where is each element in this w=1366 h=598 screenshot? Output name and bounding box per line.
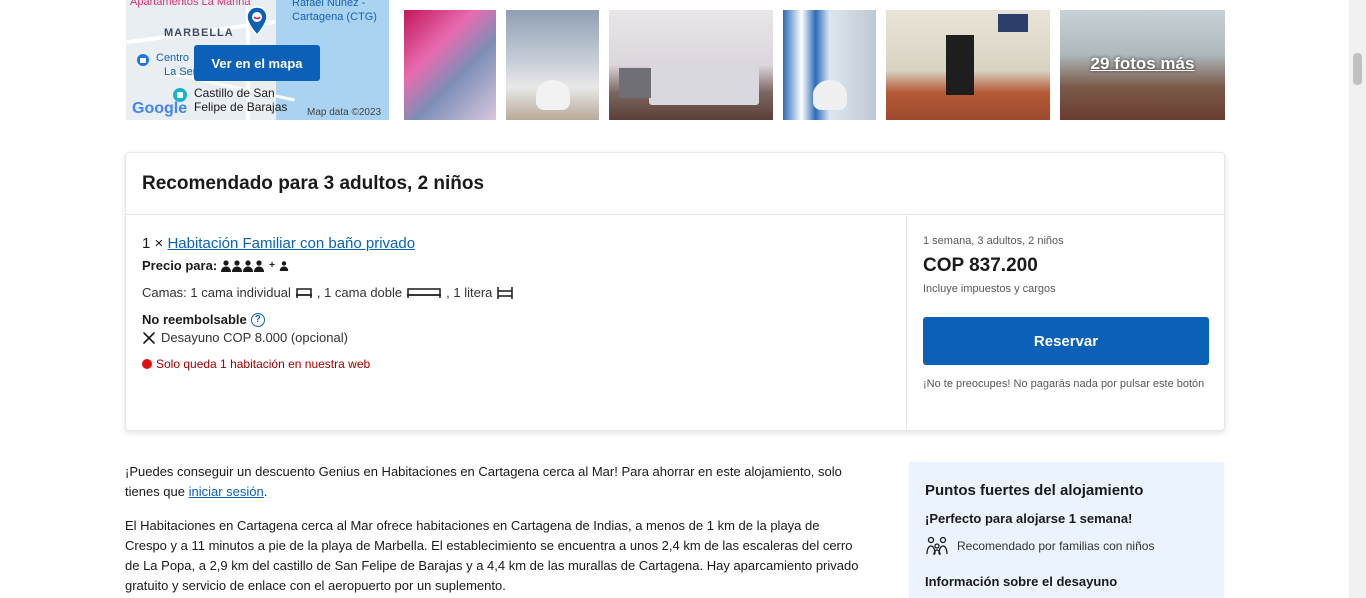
- recommended-card: Recomendado para 3 adultos, 2 niños 1 × …: [125, 152, 1225, 431]
- gallery-photo[interactable]: 29 fotos más: [1060, 10, 1225, 120]
- google-logo: Google: [132, 100, 188, 117]
- photo-detail: [536, 80, 570, 110]
- scarcity-message: Solo queda 1 habitación en nuestra web: [142, 357, 890, 371]
- beds-double: , 1 cama doble: [316, 285, 403, 300]
- map-label: La Ser: [164, 66, 197, 78]
- more-photos-link[interactable]: 29 fotos más: [1060, 54, 1225, 74]
- photo-detail: [649, 65, 759, 105]
- plus-sign: +: [269, 260, 275, 271]
- genius-paragraph: ¡Puedes conseguir un descuento Genius en…: [125, 462, 860, 502]
- highlights-title: Puntos fuertes del alojamiento: [925, 482, 1144, 499]
- genius-text-end: .: [263, 484, 268, 499]
- double-bed-icon: [407, 287, 442, 298]
- photo-detail: [946, 35, 974, 95]
- map-label: Rafael Núñez - Cartagena (CTG): [292, 0, 377, 23]
- beds-info: Camas: 1 cama individual , 1 cama doble …: [142, 285, 890, 300]
- price-panel: 1 semana, 3 adultos, 2 niños COP 837.200…: [906, 215, 1225, 431]
- reserve-button[interactable]: Reservar: [923, 317, 1209, 365]
- scrollbar-thumb[interactable]: [1353, 53, 1362, 85]
- alert-dot-icon: [142, 359, 152, 369]
- price-for-label: Precio para:: [142, 258, 218, 273]
- page-scrollbar[interactable]: [1349, 0, 1366, 598]
- single-bed-icon: [295, 287, 312, 298]
- highlight-item: Recomendado por familias con niños: [925, 536, 1208, 556]
- shopping-icon: [137, 54, 149, 66]
- total-price: COP 837.200: [923, 255, 1038, 276]
- cancellation-policy: No reembolsable ?: [142, 312, 890, 327]
- reserve-note: ¡No te preocupes! No pagarás nada por pu…: [923, 378, 1205, 390]
- beds-bunk: , 1 litera: [446, 285, 493, 300]
- room-details: 1 × Habitación Familiar con baño privado…: [126, 215, 906, 431]
- map-label: Castillo de San: [194, 86, 275, 100]
- family-icon: [926, 536, 948, 556]
- beds-single: Camas: 1 cama individual: [142, 285, 291, 300]
- child-icon: [279, 260, 289, 271]
- map-label: Centro: [156, 52, 190, 64]
- photo-detail: [813, 80, 847, 110]
- map-label: MARBELLA: [164, 27, 234, 39]
- property-description: ¡Puedes conseguir un descuento Genius en…: [125, 462, 860, 598]
- gallery-photo[interactable]: [609, 10, 773, 120]
- breakfast-label: Desayuno COP 8.000 (opcional): [161, 330, 348, 345]
- room-quantity: 1 ×: [142, 235, 164, 252]
- adults-icon: [221, 259, 265, 272]
- map-label: Felipe de Barajas: [194, 100, 288, 114]
- photo-detail: [619, 68, 651, 98]
- price-for: Precio para: +: [142, 258, 890, 273]
- highlight-text: Recomendado por familias con niños: [957, 539, 1155, 553]
- map-label: Apartamentos La Marina: [130, 0, 251, 8]
- highlights-subtitle: ¡Perfecto para alojarse 1 semana!: [925, 511, 1133, 526]
- map-thumbnail[interactable]: Apartamentos La Marina MARBELLA Rafael N…: [126, 0, 389, 120]
- map-attribution: Map data ©2023: [307, 107, 382, 118]
- breakfast-info: Desayuno COP 8.000 (opcional): [142, 330, 890, 345]
- taxes-note: Incluye impuestos y cargos: [923, 283, 1056, 295]
- gallery-photo[interactable]: [783, 10, 876, 120]
- recommended-title: Recomendado para 3 adultos, 2 niños: [126, 153, 1224, 215]
- cutlery-icon: [143, 331, 155, 344]
- gallery-photo[interactable]: [506, 10, 599, 120]
- stay-summary: 1 semana, 3 adultos, 2 niños: [923, 235, 1064, 247]
- breakfast-info-title: Información sobre el desayuno: [925, 574, 1118, 589]
- room-name-link[interactable]: Habitación Familiar con baño privado: [167, 235, 415, 252]
- view-map-button[interactable]: Ver en el mapa: [194, 45, 320, 81]
- sign-in-link[interactable]: iniciar sesión: [189, 484, 264, 499]
- gallery-photo[interactable]: [404, 10, 496, 120]
- location-pin-icon: [246, 6, 268, 36]
- gallery-photo[interactable]: [886, 10, 1050, 120]
- description-paragraph: El Habitaciones en Cartagena cerca al Ma…: [125, 518, 859, 593]
- property-highlights: Puntos fuertes del alojamiento ¡Perfecto…: [909, 462, 1224, 598]
- bunk-bed-icon: [497, 286, 514, 299]
- photo-detail: [998, 14, 1028, 32]
- room-line: 1 × Habitación Familiar con baño privado: [142, 235, 890, 252]
- non-refundable-label: No reembolsable: [142, 312, 247, 327]
- question-icon[interactable]: ?: [250, 312, 265, 327]
- scarcity-text: Solo queda 1 habitación en nuestra web: [156, 357, 371, 371]
